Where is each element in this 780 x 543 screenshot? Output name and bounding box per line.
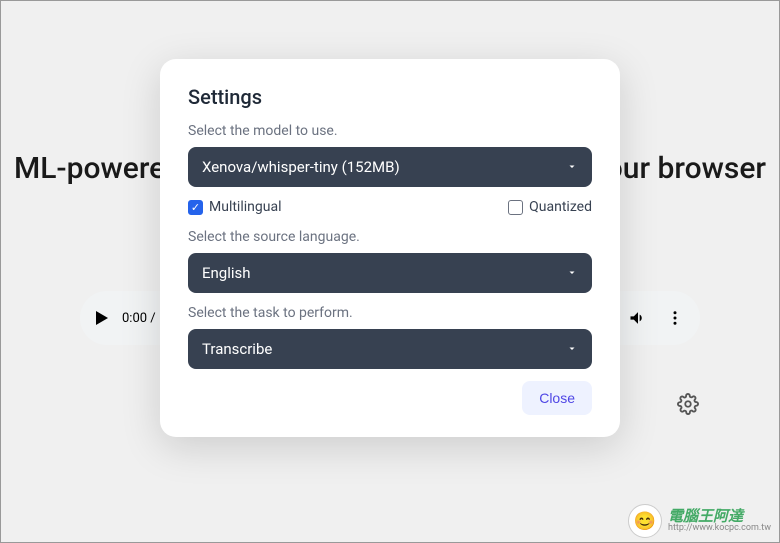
- settings-modal: Settings Select the model to use. Xenova…: [160, 59, 620, 437]
- watermark-main: 電腦王阿達: [668, 508, 771, 525]
- language-select-wrap: English: [188, 253, 592, 293]
- language-select[interactable]: English: [188, 253, 592, 293]
- model-label: Select the model to use.: [188, 123, 592, 139]
- quantized-checkbox[interactable]: Quantized: [508, 199, 592, 215]
- modal-title: Settings: [188, 85, 592, 109]
- language-select-value: English: [202, 264, 251, 282]
- task-select-wrap: Transcribe: [188, 329, 592, 369]
- model-select[interactable]: Xenova/whisper-tiny (152MB): [188, 147, 592, 187]
- task-select[interactable]: Transcribe: [188, 329, 592, 369]
- watermark-text: 電腦王阿達 http://www.kocpc.com.tw: [668, 508, 771, 534]
- multilingual-checkbox[interactable]: ✓ Multilingual: [188, 199, 281, 215]
- watermark-logo-icon: 😊: [628, 504, 662, 538]
- modal-footer: Close: [188, 381, 592, 415]
- quantized-label: Quantized: [529, 199, 592, 215]
- close-button[interactable]: Close: [522, 381, 592, 415]
- checkbox-row: ✓ Multilingual Quantized: [188, 199, 592, 215]
- model-select-value: Xenova/whisper-tiny (152MB): [202, 158, 400, 176]
- task-label: Select the task to perform.: [188, 305, 592, 321]
- language-label: Select the source language.: [188, 229, 592, 245]
- checkbox-icon: ✓: [188, 200, 203, 215]
- model-select-wrap: Xenova/whisper-tiny (152MB): [188, 147, 592, 187]
- modal-overlay: Settings Select the model to use. Xenova…: [1, 1, 779, 542]
- watermark-sub: http://www.kocpc.com.tw: [668, 524, 771, 534]
- task-select-value: Transcribe: [202, 340, 272, 358]
- watermark: 😊 電腦王阿達 http://www.kocpc.com.tw: [628, 504, 771, 538]
- checkbox-icon: [508, 200, 523, 215]
- multilingual-label: Multilingual: [209, 199, 281, 215]
